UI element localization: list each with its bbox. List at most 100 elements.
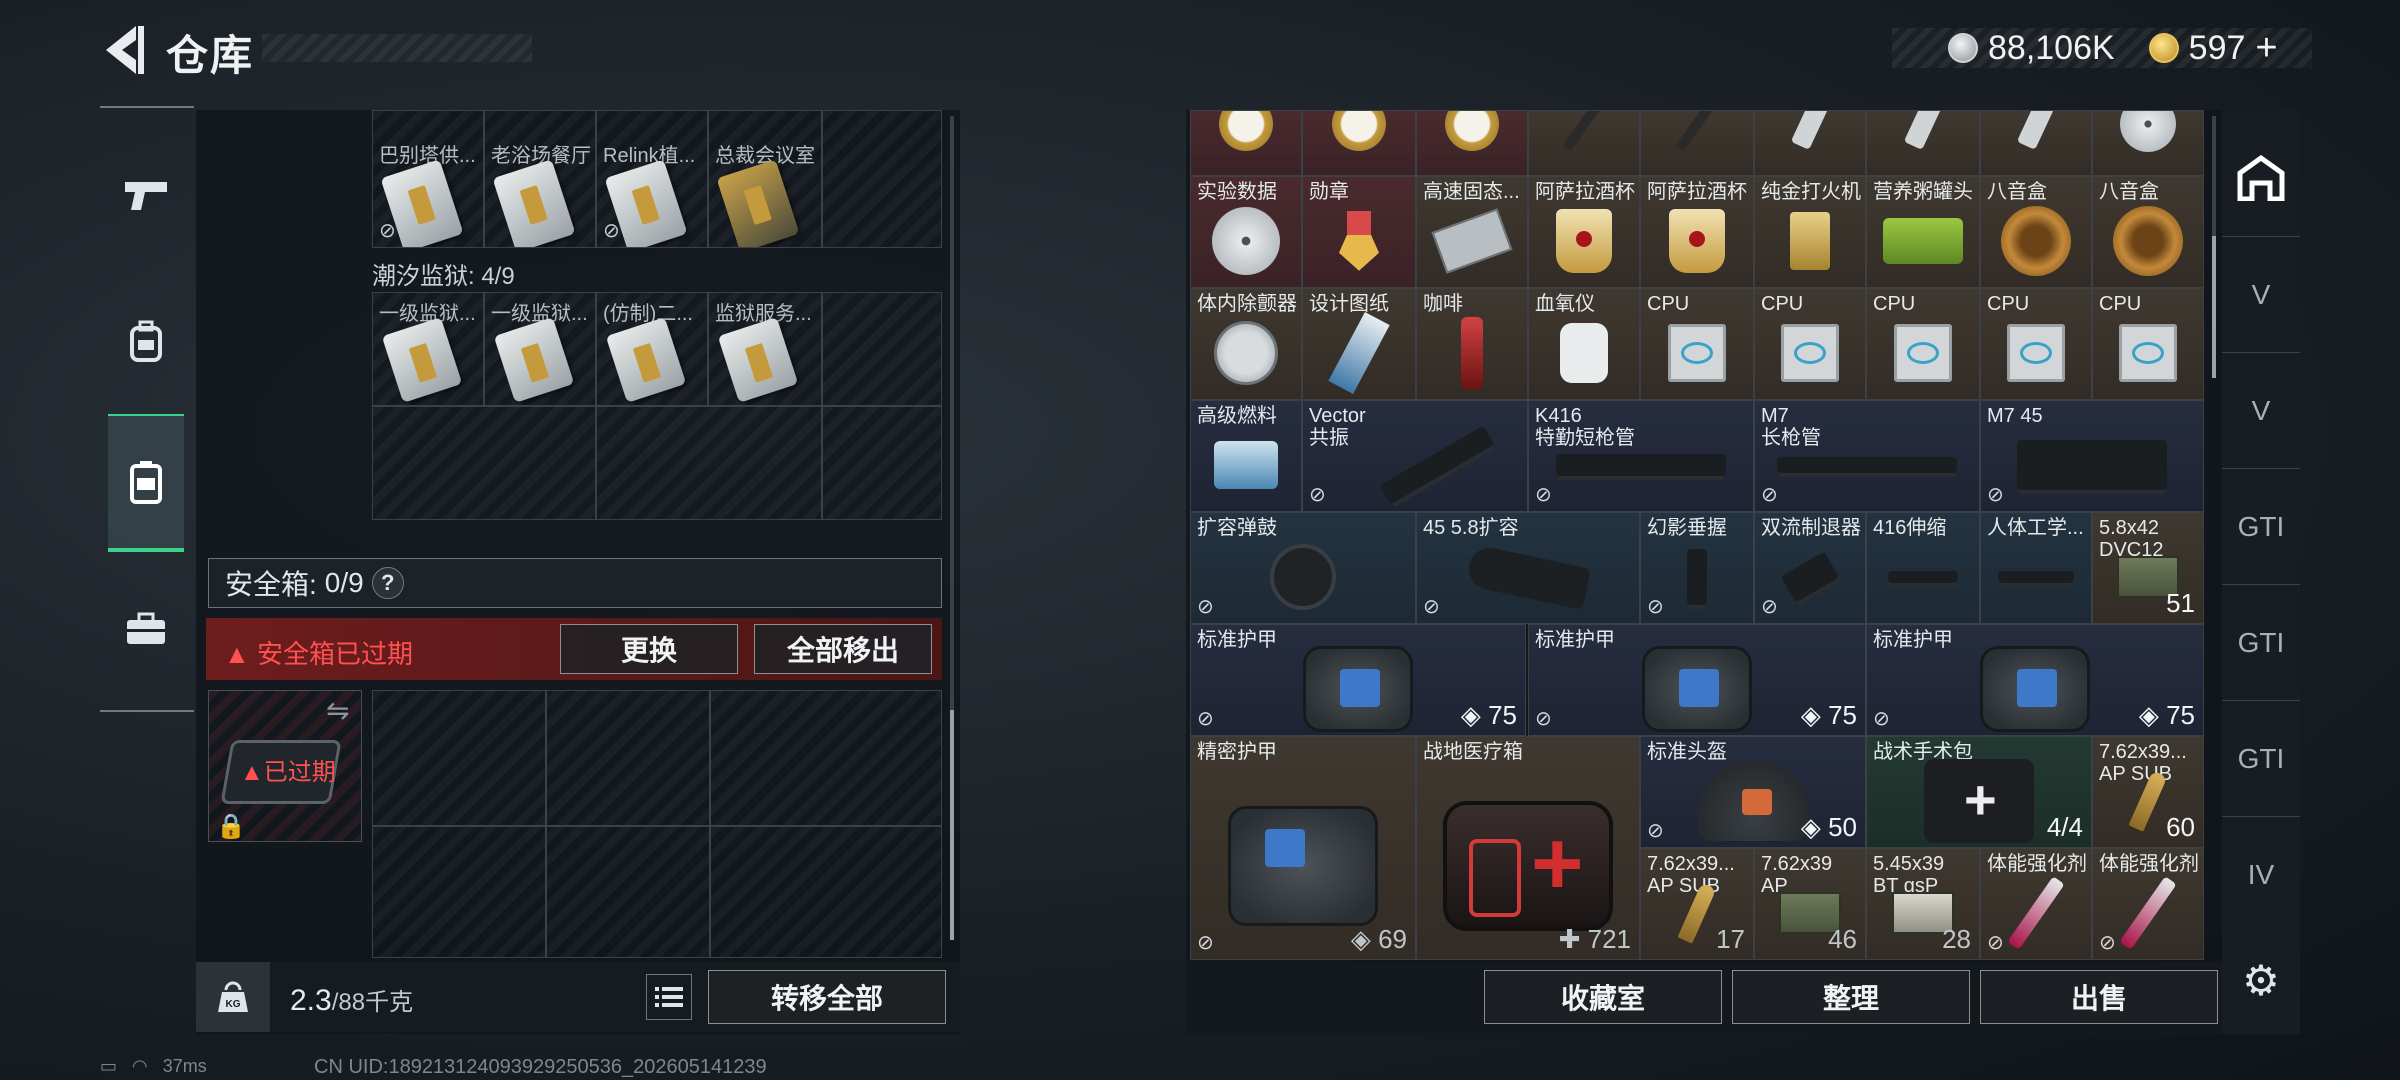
transfer-all-button[interactable]: 转移全部 (708, 970, 946, 1024)
item-slot[interactable]: 一级监狱... (372, 292, 484, 406)
item-slot[interactable]: Vector 共振 ⊘ (1302, 400, 1528, 512)
item-slot[interactable]: 精密护甲 ⊘ ◈ 69 (1190, 736, 1416, 960)
item-slot[interactable]: 八音盒 (1980, 176, 2092, 288)
usb-drive-icon (1790, 111, 1830, 150)
item-slot[interactable]: 血氧仪 (1528, 288, 1640, 400)
item-slot[interactable]: 标准护甲 ⊘ ◈ 75 (1866, 624, 2204, 736)
item-slot[interactable]: 一级监狱... (484, 292, 596, 406)
item-slot[interactable] (2092, 110, 2204, 176)
level-v-tab-1[interactable]: V (2222, 236, 2300, 352)
empty-slot[interactable] (822, 406, 942, 520)
level-gti-tab-2[interactable]: GTI (2222, 584, 2300, 700)
item-slot[interactable] (1980, 110, 2092, 176)
fuel-can-icon (1214, 440, 1278, 489)
item-slot[interactable]: 5.45x39 BT gsP 28 (1866, 848, 1980, 960)
replace-button[interactable]: 更换 (560, 624, 738, 674)
item-slot[interactable]: 总裁会议室 (708, 110, 822, 248)
item-slot[interactable]: 扩容弹鼓 ⊘ (1190, 512, 1416, 624)
item-slot[interactable] (1190, 110, 1302, 176)
item-slot[interactable]: M7 45 ⊘ (1980, 400, 2204, 512)
remove-all-button[interactable]: 全部移出 (754, 624, 932, 674)
kettlebell-icon: KG (218, 981, 248, 1012)
item-slot[interactable]: 标准护甲 ⊘ ◈ 75 (1528, 624, 1866, 736)
item-name: 5.8x42 DVC12 (2099, 517, 2164, 561)
backpack-tab[interactable] (108, 272, 184, 410)
settings-button[interactable]: ⚙ (2222, 948, 2300, 1012)
item-slot[interactable] (1416, 110, 1528, 176)
item-slot[interactable]: 勋章 (1302, 176, 1416, 288)
level-iv-tab[interactable]: IV (2222, 816, 2300, 932)
item-slot[interactable]: 45 5.8扩容 ⊘ (1416, 512, 1640, 624)
no-entry-icon: ⊘ (379, 220, 396, 242)
item-slot[interactable]: 高速固态... (1416, 176, 1528, 288)
sort-button[interactable]: 整理 (1732, 970, 1970, 1024)
level-gti-tab-1[interactable]: GTI (2222, 468, 2300, 584)
item-slot[interactable]: 双流制退器 ⊘ (1754, 512, 1866, 624)
item-slot[interactable]: CPU (1754, 288, 1866, 400)
pen-icon (1675, 111, 1719, 152)
back-button[interactable] (96, 22, 146, 78)
item-slot[interactable]: (仿制)二... (596, 292, 708, 406)
right-scrollbar-thumb[interactable] (2212, 236, 2216, 378)
help-button[interactable]: ? (371, 567, 404, 599)
item-slot[interactable]: 幻影垂握 ⊘ (1640, 512, 1754, 624)
item-slot[interactable] (1302, 110, 1416, 176)
item-slot[interactable]: 体能强化剂 ⊘ (2092, 848, 2204, 960)
sell-button[interactable]: 出售 (1980, 970, 2218, 1024)
weapon-tab[interactable] (108, 126, 184, 264)
item-slot[interactable]: M7 长枪管 ⊘ (1754, 400, 1980, 512)
item-slot[interactable]: 阿萨拉酒杯 (1640, 176, 1754, 288)
empty-slot[interactable] (372, 406, 596, 520)
item-slot[interactable] (1866, 110, 1980, 176)
item-slot[interactable]: 标准护甲 ⊘ ◈ 75 (1190, 624, 1526, 736)
item-slot[interactable]: 巴别塔供... ⊘ (372, 110, 484, 248)
item-slot[interactable] (1754, 110, 1866, 176)
item-slot[interactable]: 监狱服务... (708, 292, 822, 406)
item-name: 阿萨拉酒杯 (1647, 181, 1747, 203)
item-slot[interactable]: 实验数据 (1190, 176, 1302, 288)
empty-slot[interactable] (822, 292, 942, 406)
item-slot[interactable]: K416 特勤短枪管 ⊘ (1528, 400, 1754, 512)
item-slot[interactable]: 设计图纸 (1302, 288, 1416, 400)
item-slot[interactable]: CPU (2092, 288, 2204, 400)
cpu-icon (1894, 323, 1952, 382)
left-scrollbar-thumb[interactable] (950, 710, 954, 940)
item-slot[interactable]: 标准头盔 ⊘ ◈ 50 (1640, 736, 1866, 848)
list-view-button[interactable] (646, 974, 692, 1020)
item-slot[interactable]: 5.8x42 DVC12 51 (2092, 512, 2204, 624)
item-slot[interactable]: 7.62x39... AP SUB17 (1640, 848, 1754, 960)
item-slot[interactable]: CPU (1866, 288, 1980, 400)
toolbox-tab[interactable] (108, 560, 184, 698)
empty-slot[interactable] (596, 406, 822, 520)
item-slot[interactable]: 营养粥罐头 (1866, 176, 1980, 288)
storage-tab[interactable] (2222, 120, 2300, 236)
item-slot[interactable]: 战地医疗箱 ✚ 721 (1416, 736, 1640, 960)
item-slot[interactable]: Relink植... ⊘ (596, 110, 708, 248)
item-slot[interactable]: 老浴场餐厅 (484, 110, 596, 248)
item-slot[interactable]: 7.62x39 AP 46 (1754, 848, 1866, 960)
gold-coin-icon (2148, 33, 2179, 63)
item-slot[interactable]: 人体工学... (1980, 512, 2092, 624)
safebox-grid[interactable] (372, 690, 942, 958)
item-slot[interactable]: 战术手术包4/4 (1866, 736, 2092, 848)
container-tab[interactable] (108, 414, 184, 552)
collection-room-button[interactable]: 收藏室 (1484, 970, 1722, 1024)
item-slot[interactable]: 416伸缩 (1866, 512, 1980, 624)
gold-add-button[interactable]: + (2255, 27, 2277, 70)
empty-slot[interactable] (822, 110, 942, 248)
item-slot[interactable]: CPU (1640, 288, 1754, 400)
item-slot[interactable]: 体内除颤器 (1190, 288, 1302, 400)
item-slot[interactable]: 体能强化剂 ⊘ (1980, 848, 2092, 960)
swap-icon[interactable]: ⇋ (326, 694, 349, 727)
item-slot[interactable] (1528, 110, 1640, 176)
item-slot[interactable]: 阿萨拉酒杯 (1528, 176, 1640, 288)
level-gti-tab-3[interactable]: GTI (2222, 700, 2300, 816)
item-slot[interactable]: 纯金打火机 (1754, 176, 1866, 288)
item-slot[interactable]: 7.62x39... AP SUB60 (2092, 736, 2204, 848)
item-slot[interactable]: CPU (1980, 288, 2092, 400)
level-v-tab-2[interactable]: V (2222, 352, 2300, 468)
item-slot[interactable]: 高级燃料 (1190, 400, 1302, 512)
item-slot[interactable]: 咖啡 (1416, 288, 1528, 400)
item-slot[interactable]: 八音盒 (2092, 176, 2204, 288)
item-slot[interactable] (1640, 110, 1754, 176)
